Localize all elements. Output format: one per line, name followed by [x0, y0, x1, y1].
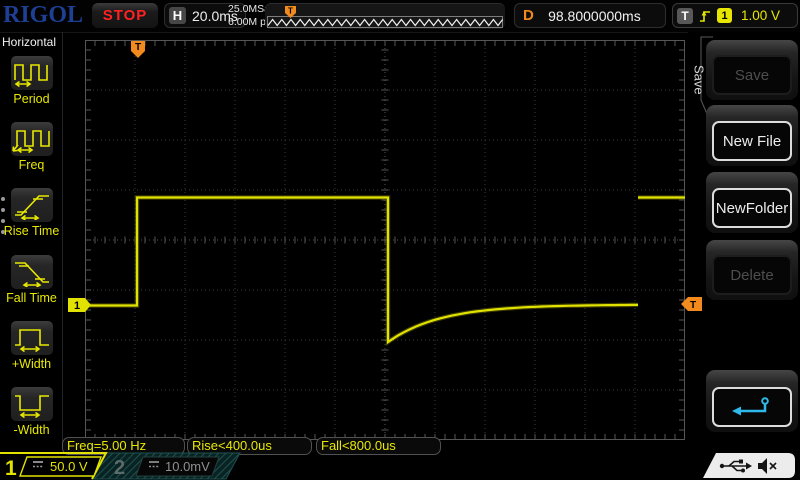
waveform-preview-strip: T [265, 3, 505, 29]
minus-width-icon [11, 389, 53, 419]
svg-text:T: T [135, 42, 141, 53]
channel1-scale: 50.0 V [50, 459, 88, 474]
trigger-info-box: T 1 1.00 V [672, 3, 798, 28]
rising-edge-icon [698, 8, 712, 24]
run-state-indicator[interactable]: STOP [92, 3, 158, 28]
status-icons-plate [703, 453, 795, 478]
save-button[interactable]: Save [706, 40, 798, 100]
plus-width-icon [11, 323, 53, 353]
horizontal-badge: H [169, 7, 186, 24]
menu-item-period[interactable]: Period [0, 56, 63, 106]
channel2-scale: 10.0mV [165, 459, 210, 474]
trigger-badge: T [677, 8, 693, 24]
rise-time-icon [11, 190, 53, 220]
menu-item-fall-time[interactable]: Fall Time [0, 255, 63, 305]
save-menu: Save Save New File NewFolder Delete [688, 32, 800, 448]
trigger-position-marker[interactable]: T [131, 41, 145, 58]
fall-time-icon [11, 257, 53, 287]
menu-item-rise-time[interactable]: Rise Time [0, 188, 63, 238]
ch1-waveform [85, 198, 685, 343]
delete-button[interactable]: Delete [706, 240, 798, 300]
ch1-level-marker[interactable]: 1 [68, 298, 91, 312]
channel2-number: 2 [114, 457, 125, 479]
new-folder-button[interactable]: NewFolder [706, 172, 798, 233]
menu-item-plus-width[interactable]: +Width [0, 321, 63, 371]
return-button[interactable] [706, 370, 798, 432]
measure-menu: Horizontal Period Freq Rise Time [0, 32, 63, 448]
oscilloscope-screen: RIGOL STOP H 20.0ms 25.0MSa/s 6.00M pts … [0, 0, 800, 480]
delay-value: 98.8000000ms [548, 8, 651, 24]
period-icon [11, 58, 53, 88]
preview-trace [268, 20, 503, 26]
measure-menu-title: Horizontal [0, 32, 62, 49]
menu-item-minus-width[interactable]: -Width [0, 387, 63, 437]
channel-status-bar: 2 10.0mV 1 50.0 V [0, 452, 800, 480]
menu-item-freq[interactable]: Freq [0, 122, 63, 172]
trigger-delay-box: D 98.8000000ms [514, 3, 666, 28]
return-arrow-icon [730, 395, 774, 419]
preview-waveform: T [265, 4, 505, 29]
delay-badge: D [523, 7, 534, 24]
graticule: T1T [85, 40, 685, 440]
freq-icon [11, 124, 53, 154]
channel2-zone[interactable]: 2 10.0mV [92, 453, 240, 479]
trigger-level-value: 1.00 V [741, 8, 780, 23]
new-file-button[interactable]: New File [706, 105, 798, 166]
rigol-logo: RIGOL [3, 2, 83, 29]
grid-lines [85, 40, 685, 440]
menu-page-dots [1, 197, 5, 241]
run-state-label: STOP [103, 7, 148, 24]
top-status-bar: RIGOL STOP H 20.0ms 25.0MSa/s 6.00M pts … [0, 0, 800, 33]
svg-text:1: 1 [74, 300, 80, 312]
channel1-number: 1 [5, 457, 17, 480]
trigger-source-badge: 1 [717, 8, 732, 23]
svg-text:T: T [288, 7, 293, 16]
channel1-zone[interactable]: 1 50.0 V [0, 453, 106, 480]
